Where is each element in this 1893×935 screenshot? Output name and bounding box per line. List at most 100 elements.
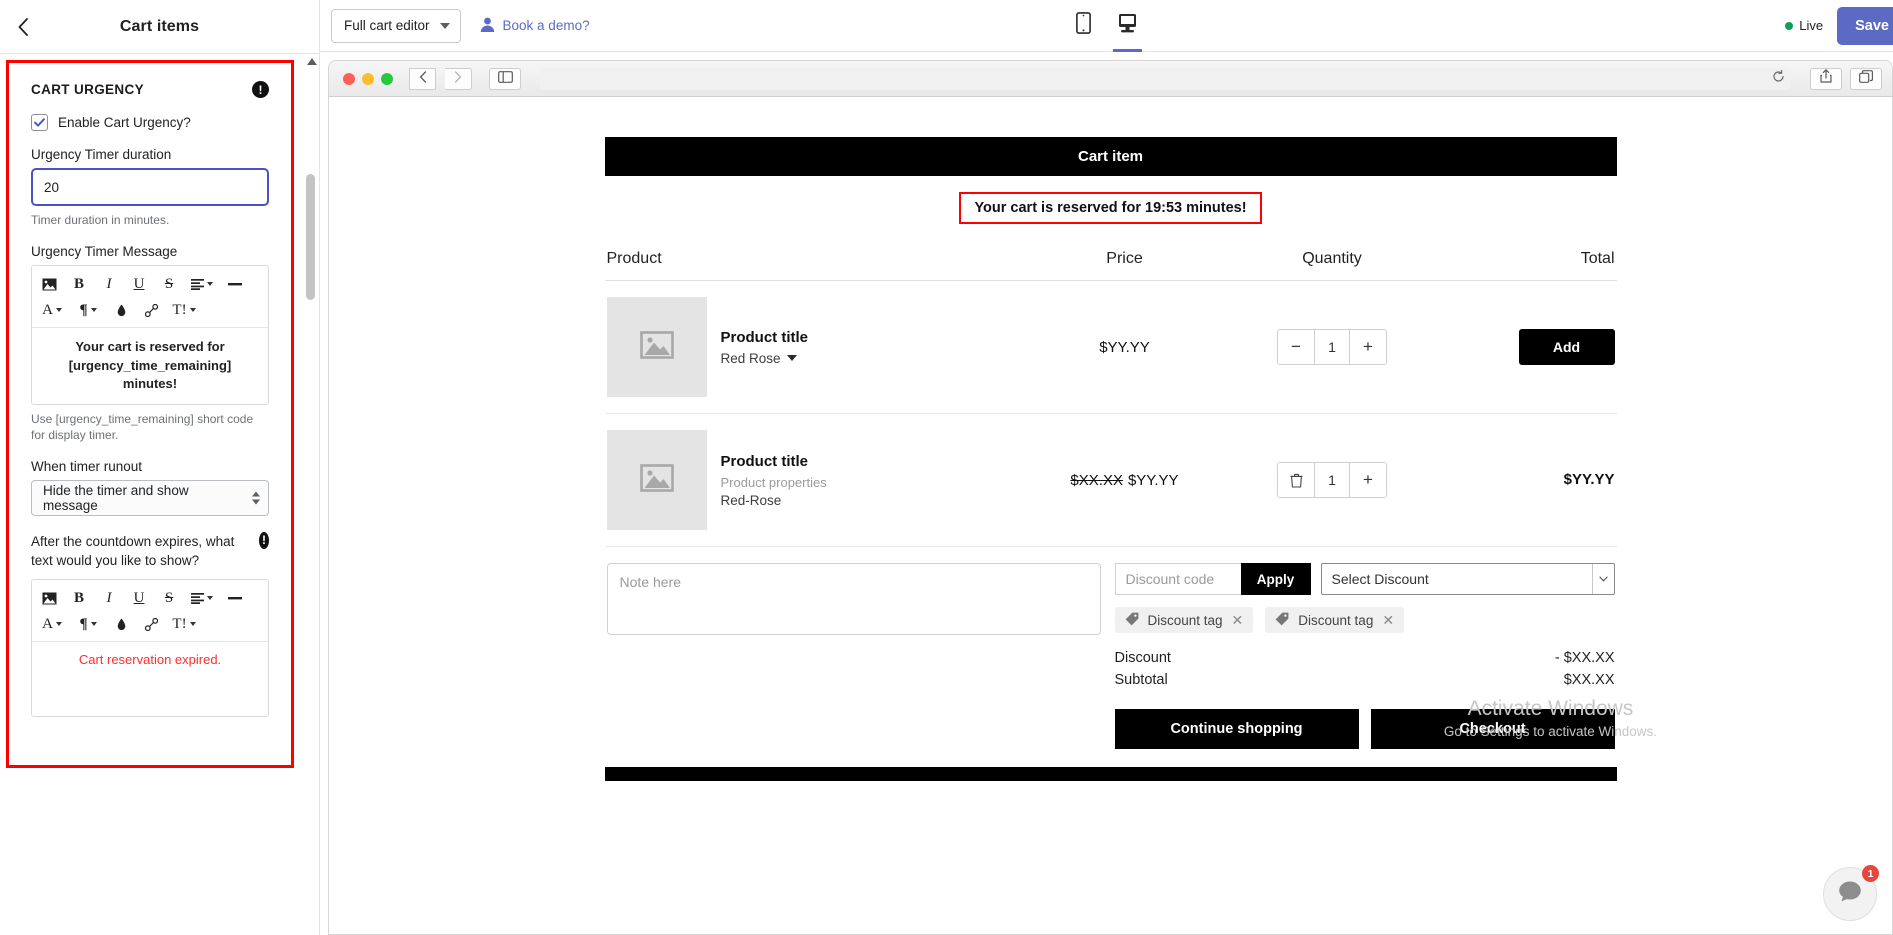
- urgency-banner-row: Your cart is reserved for 19:53 minutes!: [605, 192, 1617, 224]
- horizontal-rule-icon-2[interactable]: [220, 585, 250, 611]
- product-price: $XX.XX $YY.YY: [1025, 472, 1225, 489]
- select-discount-dropdown[interactable]: Select Discount: [1320, 563, 1615, 595]
- save-button[interactable]: Save: [1837, 6, 1893, 45]
- strikethrough-icon[interactable]: S: [154, 271, 184, 297]
- chevron-left-icon: [419, 70, 427, 88]
- cart-footer: Note here Discount code Apply Select Dis…: [605, 547, 1617, 749]
- user-avatar-icon: [479, 16, 496, 36]
- minimize-window-icon[interactable]: [362, 72, 374, 85]
- sidebar-scrollbar[interactable]: [305, 58, 317, 935]
- reload-icon[interactable]: [1772, 69, 1785, 88]
- browser-url-input[interactable]: [540, 67, 1791, 90]
- chat-widget-button[interactable]: 1: [1823, 865, 1879, 921]
- full-cart-editor-select[interactable]: Full cart editor: [331, 8, 461, 43]
- add-button[interactable]: Add: [1518, 329, 1615, 365]
- clear-formatting-icon-2[interactable]: T!: [166, 611, 202, 637]
- product-title: Product title: [720, 328, 809, 346]
- book-a-demo-link[interactable]: Book a demo?: [479, 16, 590, 36]
- chat-bubble-icon: [1836, 878, 1864, 911]
- timer-runout-label: When timer runout: [31, 458, 143, 474]
- align-icon[interactable]: [184, 271, 220, 297]
- cart-urgency-panel: CART URGENCY ! Enable Cart Urgency? Urge…: [6, 60, 294, 768]
- insert-image-icon[interactable]: [34, 271, 64, 297]
- enable-cart-urgency-label: Enable Cart Urgency?: [58, 115, 191, 130]
- strikethrough-icon-2[interactable]: S: [154, 585, 184, 611]
- select-arrows-icon: [252, 491, 260, 505]
- browser-forward-button[interactable]: [445, 67, 472, 90]
- expired-message-content[interactable]: Cart reservation expired.: [32, 642, 268, 716]
- maximize-window-icon[interactable]: [381, 72, 393, 85]
- settings-sidebar: Cart items CART URGENCY ! Enable Cart Ur…: [0, 0, 320, 935]
- align-icon-2[interactable]: [184, 585, 220, 611]
- quantity-cell: 1 +: [1225, 462, 1440, 498]
- discount-label: Discount: [1114, 650, 1171, 666]
- continue-shopping-button[interactable]: Continue shopping: [1114, 709, 1359, 749]
- bold-icon-2[interactable]: B: [64, 585, 94, 611]
- timer-duration-help: Timer duration in minutes.: [31, 213, 170, 227]
- chevron-down-icon: [439, 22, 450, 29]
- scrollbar-thumb[interactable]: [306, 174, 315, 300]
- info-exclamation-icon[interactable]: !: [252, 81, 269, 98]
- editor-toolbar: B I U S A ¶ T!: [32, 266, 268, 329]
- trash-icon[interactable]: [1278, 463, 1314, 497]
- quantity-cell: − 1 +: [1225, 329, 1440, 365]
- italic-icon-2[interactable]: I: [94, 585, 124, 611]
- underline-icon-2[interactable]: U: [124, 585, 154, 611]
- cart-table-header: Product Price Quantity Total: [604, 236, 1617, 281]
- sidebar-toggle-button[interactable]: [489, 67, 521, 90]
- plus-icon[interactable]: +: [1350, 463, 1386, 497]
- plus-icon[interactable]: +: [1350, 330, 1386, 364]
- caret-down-icon: [1591, 564, 1614, 594]
- bold-icon[interactable]: B: [64, 271, 94, 297]
- cart-actions: Continue shopping Checkout: [1114, 709, 1615, 749]
- minus-icon[interactable]: −: [1278, 330, 1314, 364]
- enable-cart-urgency-row[interactable]: Enable Cart Urgency?: [31, 114, 269, 131]
- browser-back-button[interactable]: [409, 67, 436, 90]
- page-title: Cart items: [119, 17, 200, 35]
- discount-value: - $XX.XX: [1554, 650, 1615, 666]
- share-button[interactable]: [1810, 67, 1842, 90]
- timer-duration-input[interactable]: [31, 168, 269, 206]
- quantity-value[interactable]: 1: [1314, 463, 1350, 497]
- close-icon[interactable]: ✕: [1382, 612, 1394, 629]
- discount-tags: Discount tag ✕ Discount tag ✕: [1114, 607, 1615, 633]
- checkout-button[interactable]: Checkout: [1370, 709, 1615, 749]
- text-color-icon[interactable]: [106, 297, 136, 323]
- insert-link-icon-2[interactable]: [136, 611, 166, 637]
- underline-icon[interactable]: U: [124, 271, 154, 297]
- close-icon[interactable]: ✕: [1232, 612, 1244, 629]
- paragraph-format-icon-2[interactable]: ¶: [70, 611, 106, 637]
- timer-runout-select[interactable]: Hide the timer and show message: [31, 479, 269, 516]
- clear-formatting-icon[interactable]: T!: [166, 297, 202, 323]
- horizontal-rule-icon[interactable]: [220, 271, 250, 297]
- order-note-input[interactable]: Note here: [606, 563, 1101, 635]
- close-window-icon[interactable]: [343, 72, 355, 85]
- font-family-icon[interactable]: A: [34, 297, 70, 323]
- show-tabs-button[interactable]: [1850, 67, 1882, 90]
- urgency-message-content[interactable]: Your cart is reserved for [urgency_time_…: [32, 328, 268, 403]
- expired-message-editor: B I U S A ¶ T! Cart reservation expired.: [31, 579, 269, 718]
- list-item[interactable]: Discount tag ✕: [1114, 607, 1254, 633]
- enable-cart-urgency-checkbox[interactable]: [31, 114, 48, 131]
- apply-discount-button[interactable]: Apply: [1240, 563, 1311, 595]
- tab-mobile-preview[interactable]: [1072, 0, 1095, 52]
- italic-icon[interactable]: I: [94, 271, 124, 297]
- product-price-current: $YY.YY: [1127, 471, 1179, 489]
- urgency-message-editor: B I U S A ¶ T! Your cart is reserved for…: [31, 265, 269, 405]
- section-title: CART URGENCY: [31, 82, 144, 97]
- insert-link-icon[interactable]: [136, 297, 166, 323]
- quantity-value[interactable]: 1: [1314, 330, 1350, 364]
- text-color-icon-2[interactable]: [106, 611, 136, 637]
- expired-text-label-row: After the countdown expires, what text w…: [31, 531, 269, 571]
- scroll-up-arrow-icon[interactable]: [307, 58, 317, 65]
- info-exclamation-icon-2[interactable]: !: [259, 531, 269, 549]
- insert-image-icon-2[interactable]: [34, 585, 64, 611]
- font-family-icon-2[interactable]: A: [34, 611, 70, 637]
- browser-frame: Cart item Your cart is reserved for 19:5…: [328, 60, 1893, 935]
- paragraph-format-icon[interactable]: ¶: [70, 297, 106, 323]
- product-variant-select[interactable]: Red Rose: [721, 351, 809, 366]
- discount-code-input[interactable]: Discount code: [1114, 563, 1241, 595]
- tab-desktop-preview[interactable]: [1112, 0, 1142, 52]
- totals-list: Discount - $XX.XX Subtotal $XX.XX: [1115, 647, 1615, 691]
- list-item[interactable]: Discount tag ✕: [1265, 607, 1405, 633]
